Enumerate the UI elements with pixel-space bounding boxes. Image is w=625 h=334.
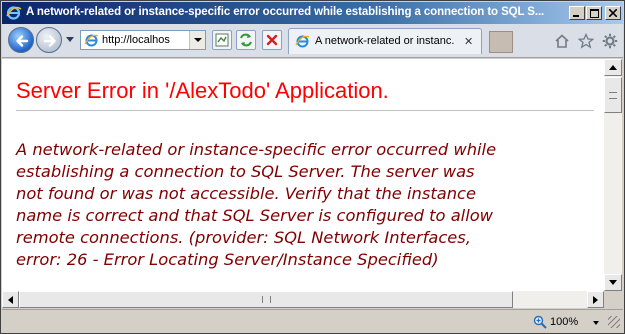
zoom-icon <box>533 315 547 329</box>
address-bar[interactable]: http://localhost: <box>80 30 206 50</box>
close-icon <box>609 9 617 17</box>
compatibility-view-icon <box>215 33 229 47</box>
gear-icon <box>602 33 618 49</box>
stop-icon <box>266 34 278 46</box>
scrollbar-corner <box>604 291 622 308</box>
status-bar: 100% <box>2 309 623 333</box>
scroll-up-button[interactable] <box>604 59 622 76</box>
browser-window: A network-related or instance-specific e… <box>0 0 625 334</box>
chevron-left-icon <box>8 295 13 304</box>
zoom-control[interactable]: 100% <box>533 314 578 330</box>
title-bar: A network-related or instance-specific e… <box>2 2 623 24</box>
star-icon <box>577 32 595 49</box>
maximize-icon <box>589 8 599 18</box>
error-line: remote connections. (provider: SQL Netwo… <box>16 228 471 247</box>
home-icon <box>555 34 569 48</box>
ie-icon <box>6 6 22 20</box>
scroll-down-button[interactable] <box>604 274 622 291</box>
vertical-scroll-thumb[interactable] <box>604 77 622 113</box>
close-button[interactable] <box>605 6 621 20</box>
ie-page-icon <box>295 35 310 48</box>
chevron-up-icon <box>609 65 617 70</box>
error-line: name is correct and that SQL Server is c… <box>16 206 493 225</box>
page-content: Server Error in '/AlexTodo' Application.… <box>2 59 604 291</box>
ie-page-icon <box>84 34 99 47</box>
resize-grip[interactable] <box>608 316 620 328</box>
page-title: Server Error in '/AlexTodo' Application. <box>16 78 389 103</box>
error-line: not found or was not accessible. Verify … <box>16 184 476 203</box>
window-title: A network-related or instance-specific e… <box>26 6 545 18</box>
minimize-icon <box>573 15 579 17</box>
tab-close-icon[interactable]: ✕ <box>464 35 473 48</box>
chevron-down-icon <box>609 280 617 285</box>
horizontal-scrollbar[interactable] <box>2 291 604 308</box>
vertical-scrollbar[interactable] <box>604 59 622 291</box>
tools-button[interactable] <box>602 33 618 49</box>
chevron-right-icon <box>593 295 598 304</box>
maximize-button[interactable] <box>586 6 602 20</box>
error-line: error: 26 - Error Locating Server/Instan… <box>16 250 439 269</box>
tab-label: A network-related or instanc... <box>315 35 455 47</box>
favorites-button[interactable] <box>577 32 595 49</box>
error-line: A network-related or instance-specific e… <box>16 140 497 159</box>
error-line: establishing a connection to SQL Server.… <box>16 162 475 181</box>
compatibility-view-button[interactable] <box>212 30 232 50</box>
forward-button[interactable] <box>36 27 62 53</box>
error-message: A network-related or instance-specific e… <box>16 139 596 271</box>
scroll-left-button[interactable] <box>2 291 19 308</box>
stop-button[interactable] <box>262 30 282 50</box>
refresh-button[interactable] <box>236 30 256 50</box>
scroll-right-button[interactable] <box>587 291 604 308</box>
minimize-button[interactable] <box>569 6 585 20</box>
home-button[interactable] <box>554 33 570 49</box>
horizontal-scroll-thumb[interactable] <box>19 291 513 308</box>
divider <box>16 110 594 111</box>
new-tab-button[interactable] <box>489 31 513 53</box>
zoom-level: 100% <box>550 316 579 328</box>
forward-arrow-icon <box>43 35 56 47</box>
address-dropdown[interactable] <box>189 31 205 49</box>
navigation-bar: http://localhost: A network-related or i… <box>2 24 623 58</box>
back-arrow-icon <box>16 35 29 47</box>
refresh-icon <box>240 33 252 47</box>
tab-active[interactable]: A network-related or instanc... ✕ <box>288 28 482 54</box>
address-input[interactable]: http://localhost: <box>102 34 170 46</box>
back-button[interactable] <box>8 27 34 53</box>
recent-pages-dropdown[interactable] <box>66 37 74 42</box>
zoom-dropdown[interactable] <box>593 321 599 325</box>
